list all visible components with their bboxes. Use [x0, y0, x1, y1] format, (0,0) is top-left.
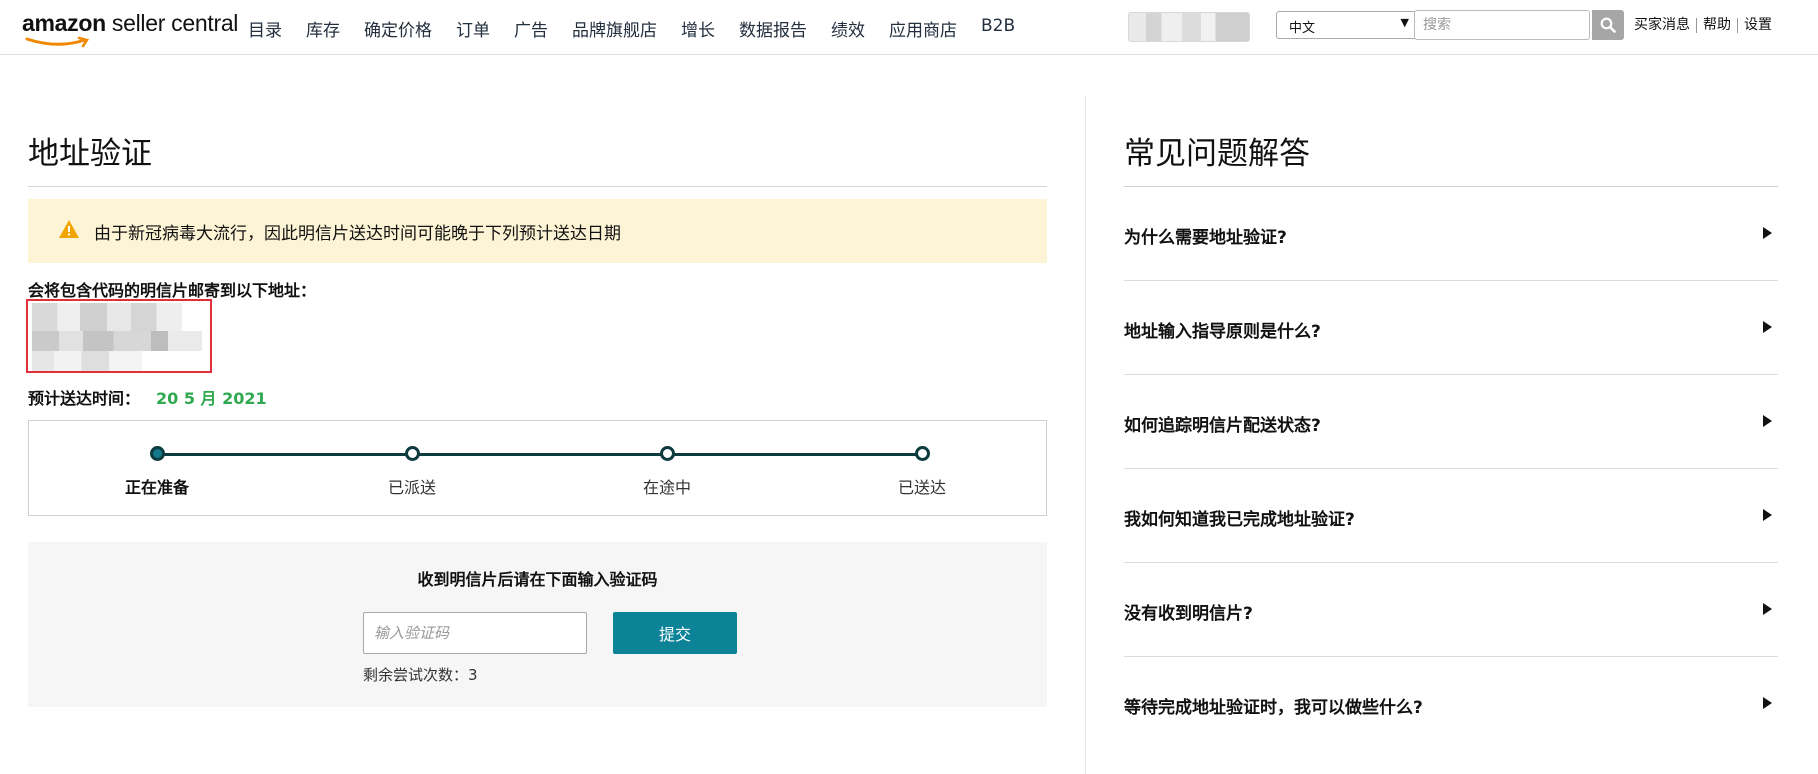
seller-central-logo[interactable]: amazon seller central	[22, 10, 238, 48]
eta-label: 预计送达时间：	[28, 389, 141, 408]
faq-title: 常见问题解答	[1124, 136, 1310, 172]
remaining-attempts: 剩余尝试次数：3	[363, 666, 478, 684]
faq-question: 地址输入指导原则是什么?	[1124, 322, 1321, 342]
faq-item[interactable]: 为什么需要地址验证?	[1124, 186, 1778, 280]
verification-code-input[interactable]	[363, 612, 587, 654]
nav-advertising[interactable]: 广告	[514, 16, 548, 41]
nav-inventory[interactable]: 库存	[306, 16, 340, 41]
logo-brand: amazon	[22, 10, 106, 36]
logo-text: amazon seller central	[22, 10, 238, 37]
step-label-in-transit: 在途中	[642, 478, 691, 497]
faq-item[interactable]: 等待完成地址验证时，我可以做些什么?	[1124, 656, 1778, 750]
nav-growth[interactable]: 增长	[681, 16, 715, 41]
link-help[interactable]: 帮助	[1696, 18, 1737, 33]
search-input[interactable]	[1414, 10, 1590, 40]
faq-item[interactable]: 我如何知道我已完成地址验证?	[1124, 468, 1778, 562]
amazon-smile-logo-icon	[25, 36, 90, 48]
utility-links: 买家消息 帮助 设置	[1634, 18, 1778, 33]
account-switcher-redacted[interactable]	[1128, 12, 1250, 42]
faq-question: 如何追踪明信片配送状态?	[1124, 416, 1321, 436]
mailing-address-label: 会将包含代码的明信片邮寄到以下地址：	[28, 281, 317, 300]
faq-item[interactable]: 如何追踪明信片配送状态?	[1124, 374, 1778, 468]
covid-delay-alert: 由于新冠病毒大流行，因此明信片送达时间可能晚于下列预计送达日期	[28, 199, 1047, 263]
step-dot-delivered	[915, 446, 930, 461]
nav-pricing[interactable]: 确定价格	[364, 16, 432, 41]
nav-orders[interactable]: 订单	[456, 16, 490, 41]
faq-question: 等待完成地址验证时，我可以做些什么?	[1124, 698, 1423, 718]
faq-question: 没有收到明信片?	[1124, 604, 1253, 624]
nav-appstore[interactable]: 应用商店	[889, 16, 957, 41]
alert-message: 由于新冠病毒大流行，因此明信片送达时间可能晚于下列预计送达日期	[94, 224, 621, 244]
nav-stores[interactable]: 品牌旗舰店	[572, 16, 657, 41]
top-navigation-bar: amazon seller central 目录 库存 确定价格 订单 广告 品…	[0, 0, 1818, 55]
faq-item[interactable]: 地址输入指导原则是什么?	[1124, 280, 1778, 374]
faq-question: 为什么需要地址验证?	[1124, 228, 1287, 248]
search-icon	[1600, 17, 1616, 33]
triangle-right-icon	[1763, 415, 1772, 427]
nav-b2b[interactable]: B2B	[981, 16, 1015, 41]
redacted-line	[32, 331, 202, 351]
triangle-right-icon	[1763, 697, 1772, 709]
step-dot-shipped	[405, 446, 420, 461]
nav-reports[interactable]: 数据报告	[739, 16, 807, 41]
main-nav: 目录 库存 确定价格 订单 广告 品牌旗舰店 增长 数据报告 绩效 应用商店 B…	[248, 16, 1015, 41]
page-title: 地址验证	[28, 136, 152, 172]
warning-triangle-icon	[59, 220, 79, 238]
step-label-preparing: 正在准备	[124, 478, 189, 497]
submit-button[interactable]: 提交	[613, 612, 737, 654]
step-dot-preparing	[150, 446, 165, 461]
triangle-right-icon	[1763, 509, 1772, 521]
mailing-address-redacted	[26, 299, 212, 373]
faq-item[interactable]: 没有收到明信片?	[1124, 562, 1778, 656]
triangle-right-icon	[1763, 321, 1772, 333]
postcard-status-tracker: 正在准备 已派送 在途中 已送达	[28, 420, 1047, 516]
verification-prompt: 收到明信片后请在下面输入验证码	[417, 570, 658, 589]
step-dot-in-transit	[660, 446, 675, 461]
logo-product: seller central	[105, 10, 239, 36]
nav-catalog[interactable]: 目录	[248, 16, 282, 41]
nav-performance[interactable]: 绩效	[831, 16, 865, 41]
column-divider	[1085, 96, 1086, 774]
faq-list: 为什么需要地址验证? 地址输入指导原则是什么? 如何追踪明信片配送状态? 我如何…	[1124, 186, 1778, 750]
triangle-right-icon	[1763, 227, 1772, 239]
eta-date: 20 5 月 2021	[156, 389, 267, 408]
verification-code-panel: 收到明信片后请在下面输入验证码 提交 剩余尝试次数：3	[28, 542, 1047, 707]
redacted-line	[32, 351, 142, 371]
redacted-line	[32, 303, 182, 331]
step-label-shipped: 已派送	[387, 478, 436, 497]
link-settings[interactable]: 设置	[1737, 18, 1778, 33]
caret-down-icon: ▼	[1400, 16, 1409, 29]
tracker-line	[157, 453, 922, 456]
language-selected-value: 中文	[1289, 21, 1316, 36]
link-buyer-messages[interactable]: 买家消息	[1634, 18, 1696, 33]
language-select[interactable]: 中文 ▼	[1276, 11, 1420, 39]
search-button[interactable]	[1592, 10, 1624, 40]
divider	[28, 186, 1047, 187]
triangle-right-icon	[1763, 603, 1772, 615]
step-label-delivered: 已送达	[897, 478, 946, 497]
faq-question: 我如何知道我已完成地址验证?	[1124, 510, 1355, 530]
